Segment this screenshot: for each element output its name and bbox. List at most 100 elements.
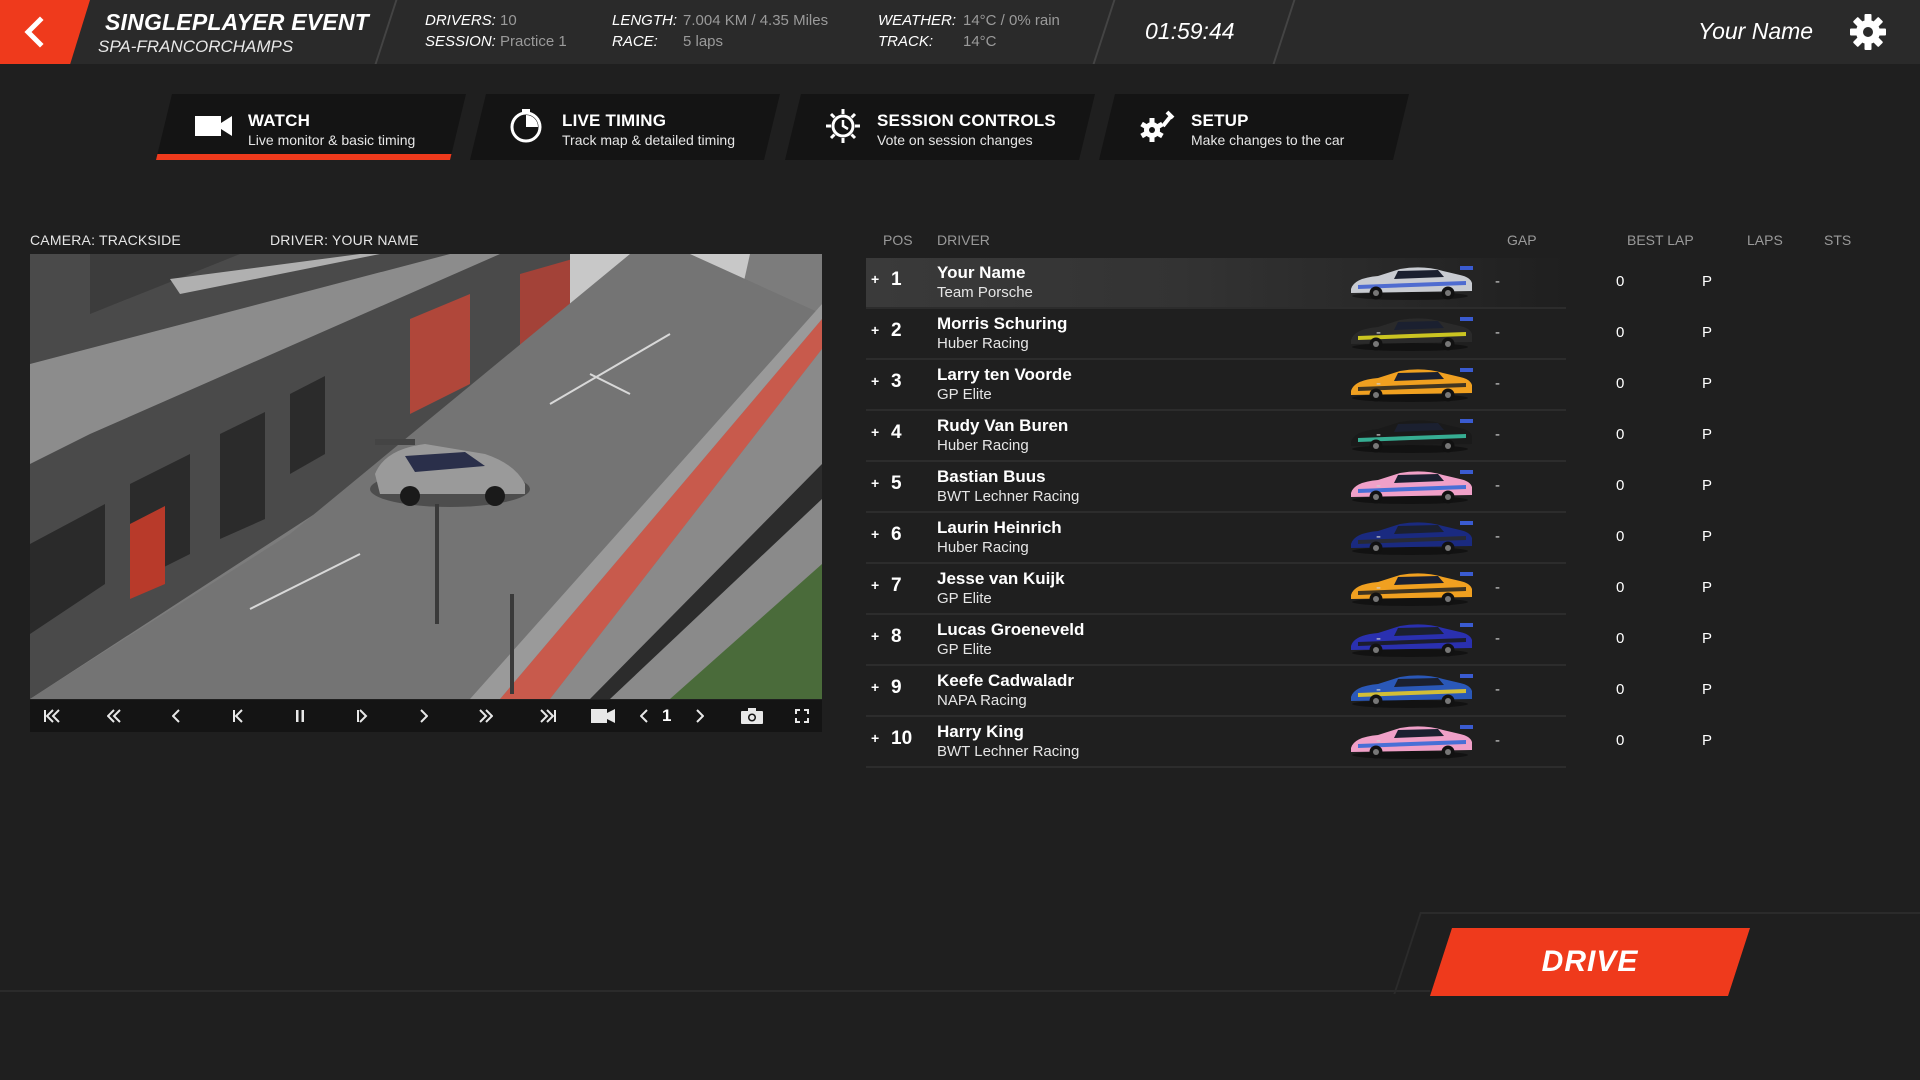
screenshot-button[interactable] [735,700,769,732]
rewind-button[interactable] [159,700,193,732]
pause-button[interactable] [283,700,317,732]
pause-icon [296,710,304,722]
gear-clock-icon [823,108,863,144]
car-livery-image [1351,521,1473,555]
driver-name: Jesse van Kuijk [937,569,1065,588]
skip-to-end-button[interactable] [531,700,565,732]
status-value: P [1702,324,1713,341]
chevron-right-icon [420,709,428,723]
skip-to-start-button[interactable] [35,700,69,732]
driver-name: Larry ten Voorde [937,365,1072,384]
gap-value: - [1376,528,1381,545]
driver-label: DRIVER: YOUR NAME [270,232,419,248]
car-livery-image [1351,317,1473,351]
expand-row-button[interactable]: + [871,271,885,291]
expand-row-button[interactable]: + [871,322,885,342]
track-temp-value: 14°C [963,33,997,50]
gap-value: - [1376,477,1381,494]
expand-row-button[interactable]: + [871,730,885,750]
driver-name: Morris Schuring [937,314,1068,333]
car-livery-image [1351,470,1473,504]
table-row[interactable]: +3 Larry ten Voorde GP Elite - - 0 P [866,360,1712,411]
tab-session-controls[interactable]: SESSION CONTROLS Vote on session changes [785,94,1095,160]
row-position: 8 [891,626,902,647]
laps-value: 0 [1616,528,1625,545]
fast-forward-button[interactable] [469,700,503,732]
tab-live-timing[interactable]: LIVE TIMING Track map & detailed timing [470,94,780,160]
table-row[interactable]: +2 Morris Schuring Huber Racing - - 0 P [866,309,1712,360]
table-row[interactable]: +10 Harry King BWT Lechner Racing - - 0 P [866,717,1712,768]
driver-name: Rudy Van Buren [937,416,1069,435]
table-row[interactable]: +8 Lucas Groeneveld GP Elite - - 0 P [866,615,1712,666]
car-livery-image [1351,572,1473,606]
length-value: 7.004 KM / 4.35 Miles [683,12,829,29]
step-back-button[interactable] [221,700,255,732]
camera-next-button[interactable] [690,700,710,732]
camera-label: CAMERA: TRACKSIDE [30,232,181,248]
step-back-icon [233,709,243,723]
best-lap-value: - [1495,273,1500,290]
drive-button[interactable]: DRIVE [1430,928,1750,996]
divider [1092,0,1116,64]
track-scene [30,254,822,699]
video-camera-icon [194,108,234,144]
table-row[interactable]: +5 Bastian Buus BWT Lechner Racing - - 0 P [866,462,1712,513]
camera-select-button[interactable] [583,700,623,732]
chevron-left-icon [640,709,648,723]
divider [1272,0,1296,64]
expand-row-button[interactable]: + [871,577,885,597]
gap-value: - [1376,630,1381,647]
race-value: 5 laps [683,33,724,50]
team-name: Huber Racing [937,437,1029,454]
fast-rewind-button[interactable] [97,700,131,732]
status-value: P [1702,273,1713,290]
table-row[interactable]: +1 Your Name Team Porsche - - 0 P [866,258,1712,309]
divider [374,0,398,64]
expand-row-button[interactable]: + [871,475,885,495]
laps-value: 0 [1616,375,1625,392]
camera-prev-button[interactable] [634,700,654,732]
length-label: LENGTH: [612,12,678,29]
expand-row-button[interactable]: + [871,424,885,444]
race-label: RACE: [612,33,658,50]
gap-value: - [1376,426,1381,443]
best-lap-value: - [1495,324,1500,341]
expand-row-button[interactable]: + [871,628,885,648]
team-name: BWT Lechner Racing [937,743,1080,760]
fullscreen-button[interactable] [785,700,819,732]
table-row[interactable]: +4 Rudy Van Buren Huber Racing - - 0 P [866,411,1712,462]
car-livery-image [1351,725,1473,759]
tab-subtitle: Track map & detailed timing [562,132,735,148]
car-livery-image [1351,674,1473,708]
back-button[interactable] [0,0,90,64]
forward-button[interactable] [407,700,441,732]
col-driver: DRIVER [937,232,990,248]
table-row[interactable]: +9 Keefe Cadwaladr NAPA Racing - - 0 P [866,666,1712,717]
col-sts: STS [1824,232,1852,248]
gear-icon [1850,14,1886,50]
status-value: P [1702,630,1713,647]
row-position: 2 [891,320,902,341]
weather-value: 14°C / 0% rain [963,12,1060,29]
expand-row-button[interactable]: + [871,526,885,546]
team-name: GP Elite [937,641,992,658]
drivers-label: DRIVERS: [425,12,496,29]
step-forward-button[interactable] [345,700,379,732]
tab-watch[interactable]: WATCH Live monitor & basic timing [156,94,466,160]
col-pos: POS [883,232,913,248]
expand-row-button[interactable]: + [871,679,885,699]
skip-start-icon [44,709,60,723]
team-name: GP Elite [937,590,992,607]
table-row[interactable]: +6 Laurin Heinrich Huber Racing - - 0 P [866,513,1712,564]
tab-setup[interactable]: SETUP Make changes to the car [1099,94,1409,160]
settings-button[interactable] [1848,12,1888,52]
table-row[interactable]: +7 Jesse van Kuijk GP Elite - - 0 P [866,564,1712,615]
car-livery-image [1351,623,1473,657]
event-track: SPA-FRANCORCHAMPS [98,37,294,56]
best-lap-value: - [1495,426,1500,443]
expand-row-button[interactable]: + [871,373,885,393]
live-camera-view[interactable] [30,254,822,699]
row-position: 9 [891,677,902,698]
playback-controls: 1 [30,700,822,732]
tab-title: WATCH [248,111,311,130]
